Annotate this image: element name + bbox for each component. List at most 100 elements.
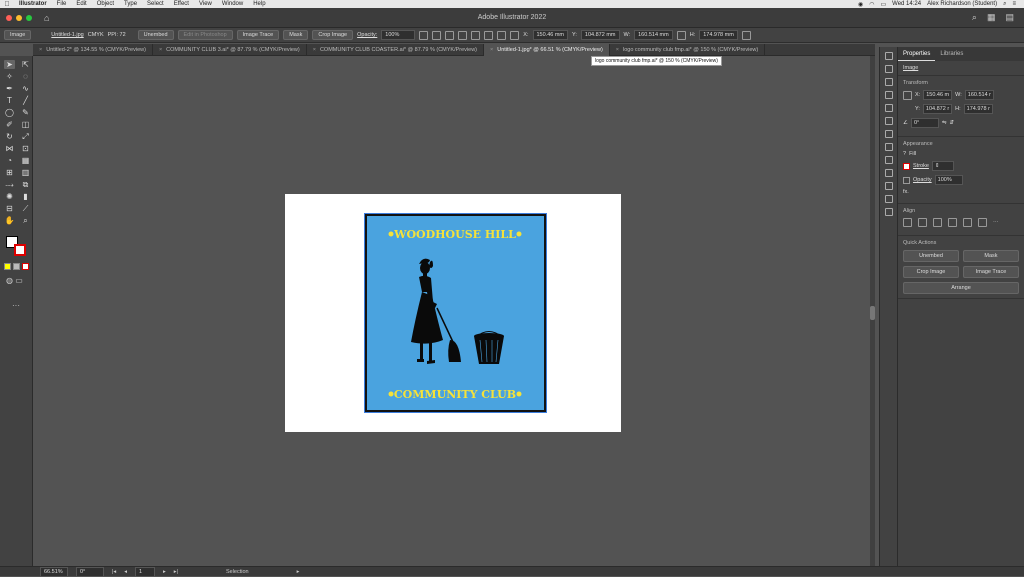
prev-artboard-icon[interactable]: ◂ bbox=[124, 569, 127, 575]
menu-window[interactable]: Window bbox=[217, 1, 248, 7]
menu-type[interactable]: Type bbox=[119, 1, 142, 7]
perspective-grid-tool-icon[interactable]: ▦ bbox=[20, 156, 31, 165]
tab-untitled-2[interactable]: × Untitled-2* @ 134.55 % (CMYK/Preview) bbox=[33, 43, 153, 56]
draw-mode-icon[interactable]: ◍ ▭ bbox=[6, 276, 23, 285]
clock[interactable]: Wed 14:24 bbox=[892, 1, 921, 7]
menu-app[interactable]: Illustrator bbox=[14, 1, 52, 7]
gradient-panel-icon[interactable] bbox=[884, 130, 893, 138]
arrange-button[interactable]: Arrange bbox=[903, 282, 1019, 294]
blend-tool-icon[interactable]: ⧉ bbox=[20, 180, 31, 189]
recolor-icon[interactable] bbox=[419, 30, 429, 40]
unembed-button[interactable]: Unembed bbox=[903, 250, 959, 262]
battery-icon[interactable]: ▭ bbox=[880, 1, 886, 8]
free-transform-tool-icon[interactable]: ⊡ bbox=[20, 144, 31, 153]
align-right-icon[interactable] bbox=[933, 218, 942, 227]
magic-wand-tool-icon[interactable]: ✧ bbox=[4, 72, 15, 81]
scroll-thumb[interactable] bbox=[870, 306, 875, 320]
close-tab-icon[interactable]: × bbox=[490, 47, 493, 53]
symbols-panel-icon[interactable] bbox=[884, 91, 893, 99]
x-field[interactable]: 150.46 mm bbox=[532, 30, 569, 40]
color-panel-icon[interactable] bbox=[884, 52, 893, 60]
more-tools-icon[interactable]: ··· bbox=[12, 301, 20, 310]
arrange-documents-icon[interactable]: ▦ bbox=[987, 12, 996, 23]
tab-libraries[interactable]: Libraries bbox=[935, 48, 968, 60]
constrain-link-icon[interactable] bbox=[676, 30, 686, 40]
tab-untitled-1-jpg[interactable]: × Untitled-1.jpg* @ 66.51 % (CMYK/Preview… bbox=[484, 43, 610, 56]
align-top-icon[interactable] bbox=[471, 30, 481, 40]
h-field[interactable]: 174.978 mm bbox=[699, 30, 738, 40]
wifi-icon[interactable]: ◠ bbox=[869, 1, 874, 8]
close-tab-icon[interactable]: × bbox=[616, 47, 619, 53]
unembed-button[interactable]: Unembed bbox=[137, 30, 174, 40]
status-menu-icon[interactable]: ▸ bbox=[297, 569, 300, 575]
flip-horizontal-icon[interactable]: ⇋ bbox=[942, 120, 947, 126]
reference-point-icon[interactable] bbox=[510, 30, 520, 40]
zoom-tool-icon[interactable]: ⌕ bbox=[20, 216, 31, 225]
width-tool-icon[interactable]: ⋈ bbox=[4, 144, 15, 153]
linked-filename[interactable]: Untitled-1.jpg bbox=[51, 32, 83, 38]
eraser-tool-icon[interactable]: ◫ bbox=[20, 120, 31, 129]
mask-button[interactable]: Mask bbox=[963, 250, 1019, 262]
direct-selection-tool-icon[interactable]: ⇱ bbox=[20, 60, 31, 69]
swatches-panel-icon[interactable] bbox=[884, 65, 893, 73]
angle-field[interactable]: 0° bbox=[910, 118, 939, 128]
next-artboard-icon[interactable]: ▸ bbox=[163, 569, 166, 575]
x-field[interactable]: 150.46 m bbox=[923, 90, 953, 100]
image-trace-button[interactable]: Image Trace bbox=[236, 30, 280, 40]
align-top-icon[interactable] bbox=[948, 218, 957, 227]
align-left-icon[interactable] bbox=[432, 30, 442, 40]
shape-builder-tool-icon[interactable]: ◔ bbox=[4, 156, 15, 165]
menu-edit[interactable]: Edit bbox=[71, 1, 91, 7]
first-artboard-icon[interactable]: |◂ bbox=[112, 569, 116, 575]
symbol-sprayer-tool-icon[interactable]: ✺ bbox=[4, 192, 15, 201]
workspace-switcher-icon[interactable]: ▤ bbox=[1005, 12, 1014, 23]
graphic-styles-panel-icon[interactable] bbox=[884, 104, 893, 112]
home-icon[interactable]: ⌂ bbox=[44, 13, 49, 23]
shaper-tool-icon[interactable]: ✐ bbox=[4, 120, 15, 129]
y-field[interactable]: 104.872 r bbox=[922, 104, 953, 114]
brushes-panel-icon[interactable] bbox=[884, 78, 893, 86]
stroke-swatch[interactable] bbox=[903, 162, 910, 170]
align-vcenter-icon[interactable] bbox=[963, 218, 972, 227]
eyedropper-tool-icon[interactable]: ⤏ bbox=[4, 180, 15, 189]
gradient-tool-icon[interactable]: ▥ bbox=[20, 168, 31, 177]
minimize-window-button[interactable] bbox=[16, 14, 22, 21]
mesh-tool-icon[interactable]: ⊞ bbox=[4, 168, 15, 177]
tab-community-club-coaster[interactable]: × COMMUNITY CLUB COASTER.ai* @ 87.79 % (C… bbox=[307, 43, 485, 56]
artboard-number-field[interactable]: 1 bbox=[134, 566, 155, 577]
scale-tool-icon[interactable]: ⤢ bbox=[20, 132, 31, 141]
line-tool-icon[interactable]: ╱ bbox=[20, 96, 31, 105]
image-trace-button[interactable]: Image Trace bbox=[963, 266, 1019, 278]
align-bottom-icon[interactable] bbox=[978, 218, 987, 227]
user-name[interactable]: Alex Richardson (Student) bbox=[927, 1, 997, 7]
menu-effect[interactable]: Effect bbox=[169, 1, 194, 7]
apple-icon[interactable]:  bbox=[0, 1, 14, 8]
close-tab-icon[interactable]: × bbox=[39, 47, 42, 53]
opacity-label[interactable]: Opacity: bbox=[357, 32, 377, 38]
canvas-area[interactable]: WOODHOUSE HILL COMMUNITY CLUB bbox=[33, 56, 875, 566]
rotation-field[interactable]: 0° bbox=[76, 566, 104, 577]
control-center-icon[interactable]: ≡ bbox=[1012, 1, 1016, 7]
w-field[interactable]: 160.514 mm bbox=[634, 30, 673, 40]
artboard-tool-icon[interactable]: ⊟ bbox=[4, 204, 15, 213]
appearance-panel-icon[interactable] bbox=[884, 156, 893, 164]
zoom-field[interactable]: 66.51% bbox=[40, 566, 68, 577]
links-panel-icon[interactable] bbox=[884, 195, 893, 203]
color-icon[interactable] bbox=[4, 263, 11, 270]
h-field[interactable]: 174.978 r bbox=[963, 104, 993, 114]
align-bottom-icon[interactable] bbox=[497, 30, 507, 40]
artboard[interactable]: WOODHOUSE HILL COMMUNITY CLUB bbox=[285, 194, 621, 432]
pen-tool-icon[interactable]: ✒ bbox=[4, 84, 15, 93]
w-field[interactable]: 160.514 r bbox=[964, 90, 995, 100]
stroke-panel-icon[interactable] bbox=[884, 117, 893, 125]
crop-image-button[interactable]: Crop Image bbox=[903, 266, 959, 278]
curvature-tool-icon[interactable]: ∿ bbox=[20, 84, 31, 93]
zoom-window-button[interactable] bbox=[26, 14, 32, 21]
stroke-label[interactable]: Stroke bbox=[913, 163, 929, 169]
slice-tool-icon[interactable]: ⟋ bbox=[20, 204, 31, 213]
column-graph-tool-icon[interactable]: ▮ bbox=[20, 192, 31, 201]
align-hcenter-icon[interactable] bbox=[918, 218, 927, 227]
menu-object[interactable]: Object bbox=[92, 1, 119, 7]
fill-stroke-swatches[interactable] bbox=[6, 236, 30, 258]
opacity-label[interactable]: Opacity bbox=[913, 177, 932, 183]
